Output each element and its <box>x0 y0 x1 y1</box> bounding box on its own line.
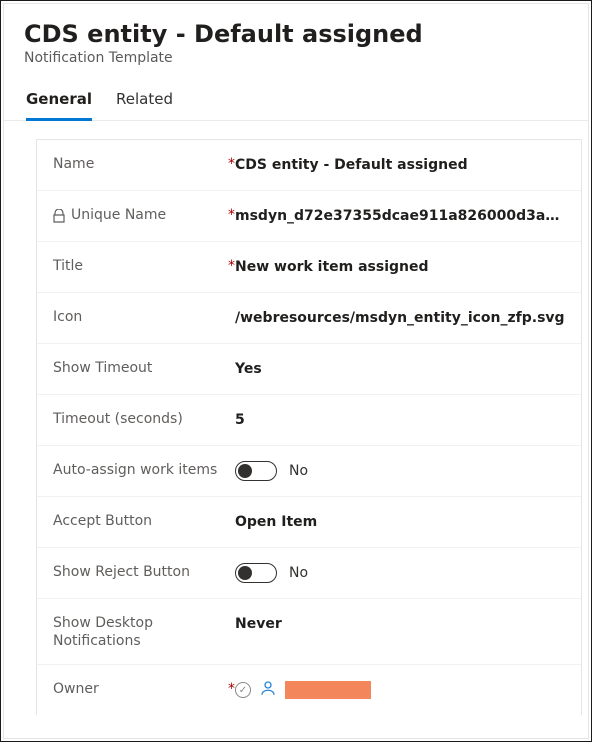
field-icon[interactable]: Icon /webresources/msdyn_entity_icon_zfp… <box>37 293 581 344</box>
lock-icon <box>53 209 65 227</box>
page-title: CDS entity - Default assigned <box>24 20 568 48</box>
entity-type-label: Notification Template <box>24 50 568 66</box>
field-timeout-label: Timeout (seconds) <box>53 411 235 429</box>
form-general: Name * CDS entity - Default assigned Uni… <box>36 139 582 715</box>
field-title-value[interactable]: New work item assigned <box>235 256 565 278</box>
field-owner-label: Owner <box>53 681 218 699</box>
tab-list: General Related <box>4 66 588 121</box>
required-marker: * <box>224 681 235 697</box>
field-timeout[interactable]: Timeout (seconds) 5 <box>37 395 581 446</box>
field-icon-value[interactable]: /webresources/msdyn_entity_icon_zfp.svg <box>235 307 565 329</box>
field-icon-label: Icon <box>53 309 235 327</box>
field-show-desktop[interactable]: Show Desktop Notifications Never <box>37 599 581 665</box>
field-name-value[interactable]: CDS entity - Default assigned <box>235 154 565 176</box>
field-accept-button[interactable]: Accept Button Open Item <box>37 497 581 548</box>
tab-related[interactable]: Related <box>116 84 173 120</box>
field-unique-name-label: Unique Name <box>71 207 218 225</box>
field-name[interactable]: Name * CDS entity - Default assigned <box>37 140 581 191</box>
auto-assign-toggle-label: No <box>289 463 308 479</box>
field-show-timeout-label: Show Timeout <box>53 360 235 378</box>
required-marker: * <box>224 207 235 223</box>
person-icon <box>259 679 277 701</box>
field-timeout-value[interactable]: 5 <box>235 409 565 431</box>
field-accept-button-label: Accept Button <box>53 513 235 531</box>
field-show-timeout[interactable]: Show Timeout Yes <box>37 344 581 395</box>
clock-icon: ✓ <box>235 682 251 698</box>
field-name-label: Name <box>53 156 218 174</box>
owner-value-redacted[interactable] <box>285 681 371 699</box>
required-marker: * <box>224 156 235 172</box>
show-reject-toggle[interactable] <box>235 563 277 583</box>
required-marker: * <box>224 258 235 274</box>
field-show-reject-label: Show Reject Button <box>53 564 235 582</box>
field-title[interactable]: Title * New work item assigned <box>37 242 581 293</box>
field-unique-name-value: msdyn_d72e37355dcae911a826000d3a… <box>235 205 565 227</box>
field-unique-name[interactable]: Unique Name * msdyn_d72e37355dcae911a826… <box>37 191 581 242</box>
field-auto-assign-label: Auto-assign work items <box>53 462 235 480</box>
field-auto-assign[interactable]: Auto-assign work items No <box>37 446 581 497</box>
field-accept-button-value[interactable]: Open Item <box>235 511 565 533</box>
field-show-desktop-value[interactable]: Never <box>235 613 565 635</box>
field-show-reject[interactable]: Show Reject Button No <box>37 548 581 599</box>
field-title-label: Title <box>53 258 218 276</box>
field-show-timeout-value[interactable]: Yes <box>235 358 565 380</box>
auto-assign-toggle[interactable] <box>235 461 277 481</box>
tab-general[interactable]: General <box>26 84 92 121</box>
field-owner[interactable]: Owner * ✓ <box>37 665 581 715</box>
field-show-desktop-label: Show Desktop Notifications <box>53 615 235 650</box>
show-reject-toggle-label: No <box>289 565 308 581</box>
